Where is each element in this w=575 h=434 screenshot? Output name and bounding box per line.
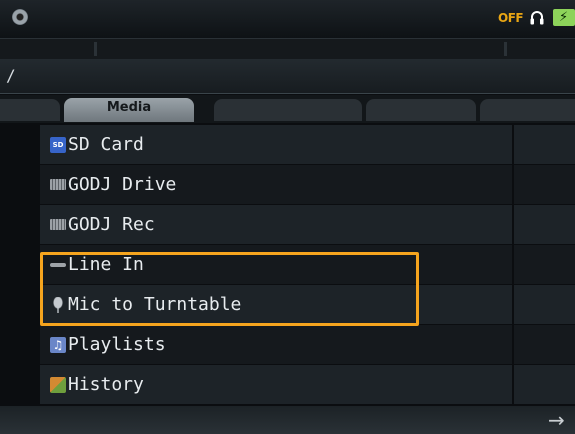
sd-card-icon: SD (50, 137, 66, 153)
media-item-label: GODJ Drive (68, 174, 177, 195)
godj-screen: OFF ⚡ / Media SD SD Card GODJ Drive GODJ… (0, 0, 575, 434)
tab-4[interactable] (480, 99, 575, 121)
tab-bar: Media (0, 95, 575, 123)
drive-icon (50, 179, 66, 190)
tab-2[interactable] (214, 99, 362, 121)
drive-icon (50, 219, 66, 230)
disc-icon (12, 9, 28, 25)
tab-media-label: Media (106, 100, 152, 115)
media-item-label: History (68, 374, 144, 395)
history-icon (50, 377, 66, 393)
media-item-label: SD Card (68, 134, 144, 155)
media-item-godj-drive[interactable]: GODJ Drive (0, 165, 575, 204)
media-item-history[interactable]: History (0, 365, 575, 404)
current-path: / (6, 66, 16, 85)
media-item-label: GODJ Rec (68, 214, 155, 235)
media-item-label: Playlists (68, 334, 166, 355)
tab-left[interactable] (0, 99, 60, 121)
media-item-godj-rec[interactable]: GODJ Rec (0, 205, 575, 244)
tab-media[interactable]: Media (64, 98, 194, 122)
segment-row (0, 38, 575, 60)
status-bar: OFF ⚡ (0, 0, 575, 38)
playlist-icon: ♫ (50, 337, 66, 353)
media-item-playlists[interactable]: ♫ Playlists (0, 325, 575, 364)
bottom-bar: → (0, 406, 575, 434)
path-bar: / (0, 59, 575, 94)
headphones-icon (530, 11, 544, 25)
segment-divider (94, 42, 97, 56)
selection-highlight (40, 252, 419, 326)
segment-divider (504, 42, 507, 56)
media-item-sd-card[interactable]: SD SD Card (0, 125, 575, 164)
tab-3[interactable] (366, 99, 476, 121)
arrow-right-icon[interactable]: → (548, 408, 565, 432)
headphone-mode-status: OFF (498, 11, 524, 25)
battery-charging-icon: ⚡ (553, 9, 575, 26)
